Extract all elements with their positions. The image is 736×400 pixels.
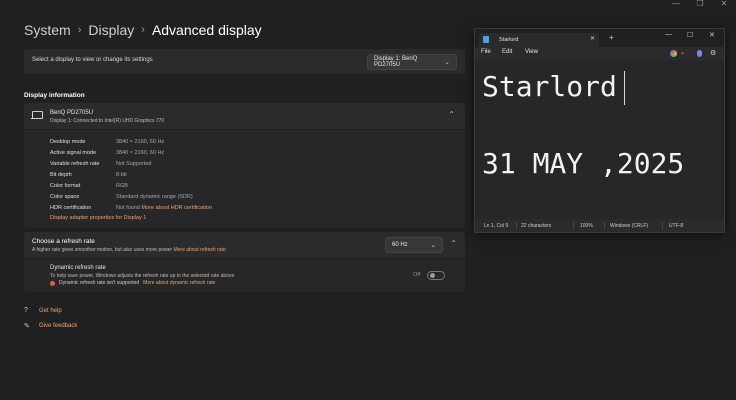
dynamic-refresh-toggle[interactable]	[427, 271, 445, 280]
notepad-menubar: File Edit View ⌄ ⚙	[475, 47, 724, 61]
monitor-icon	[31, 111, 43, 119]
refresh-rate-title: Choose a refresh rate	[32, 238, 95, 245]
monitor-name: BenQ PD2705U	[50, 110, 94, 116]
notepad-close-button[interactable]: ✕	[709, 31, 715, 39]
status-cursor-position: Ln 1, Col 9	[484, 223, 509, 229]
info-value-desktop-mode: 3840 × 2160, 60 Hz	[116, 139, 165, 145]
refresh-rate-dropdown[interactable]: 60 Hz ⌄	[385, 237, 443, 253]
info-label-desktop-mode: Desktop mode	[50, 139, 86, 145]
info-value-active-signal: 3840 × 2160, 60 Hz	[116, 150, 165, 156]
dynamic-refresh-title: Dynamic refresh rate	[50, 265, 106, 271]
notepad-text-line-2[interactable]: 31 MAY ,2025	[482, 147, 684, 180]
status-divider	[516, 222, 517, 229]
error-icon	[50, 280, 55, 286]
status-divider	[662, 222, 663, 229]
notepad-tab-title: Starlord	[499, 37, 519, 43]
chevron-down-icon[interactable]: ⌄	[680, 49, 685, 56]
display-selector-dropdown[interactable]: Display 1: BenQ PD2705U ⌄	[367, 54, 457, 70]
page-title: Advanced display	[151, 22, 262, 38]
breadcrumb-display[interactable]: Display	[88, 22, 134, 38]
breadcrumb: System › Display › Advanced display	[24, 20, 262, 40]
dynamic-refresh-warning: Dynamic refresh rate isn't supported Mor…	[50, 280, 215, 286]
info-label-color-space: Color space	[50, 194, 80, 200]
hdr-status: Not found	[116, 205, 140, 211]
display-info-panel: Desktop mode 3840 × 2160, 60 Hz Active s…	[24, 130, 465, 228]
display-selector-value: Display 1: BenQ PD2705U	[374, 56, 418, 68]
info-label-vrr: Variable refresh rate	[50, 161, 100, 167]
chevron-down-icon: ⌄	[430, 242, 436, 249]
info-label-color-format: Color format	[50, 183, 81, 189]
dynamic-refresh-card: Dynamic refresh rate To help save power,…	[24, 259, 465, 292]
toggle-knob	[430, 273, 435, 278]
info-label-active-signal: Active signal mode	[50, 150, 97, 156]
status-line-ending[interactable]: Windows (CRLF)	[610, 223, 648, 229]
adapter-properties-link[interactable]: Display adapter properties for Display 1	[50, 215, 146, 221]
status-divider	[573, 222, 574, 229]
display-information-heading: Display information	[24, 92, 85, 99]
refresh-rate-description: A higher rate gives smoother motion, but…	[32, 247, 173, 253]
info-value-color-format: RGB	[116, 183, 128, 189]
notepad-app-icon	[483, 36, 489, 43]
notepad-statusbar: Ln 1, Col 9 22 characters 100% Windows (…	[475, 219, 724, 232]
get-help-link[interactable]: ? Get help	[24, 307, 62, 314]
get-help-label: Get help	[39, 307, 62, 314]
gear-icon[interactable]: ⚙	[710, 49, 716, 57]
chevron-down-icon: ⌄	[444, 59, 450, 66]
help-icon: ?	[24, 307, 28, 314]
copilot-icon[interactable]	[670, 50, 677, 57]
monitor-header[interactable]: BenQ PD2705U Display 1: Connected to Int…	[24, 103, 465, 129]
refresh-rate-subtitle: A higher rate gives smoother motion, but…	[32, 247, 226, 253]
minimize-button[interactable]: —	[664, 0, 688, 10]
chevron-right-icon: ›	[141, 24, 145, 36]
text-caret	[624, 71, 625, 105]
settings-window-controls: — ❐ ✕	[664, 0, 736, 10]
feedback-icon: ✎	[24, 323, 30, 330]
menu-view[interactable]: View	[525, 49, 538, 55]
menu-edit[interactable]: Edit	[502, 49, 512, 55]
display-selector-label: Select a display to view or change its s…	[32, 57, 153, 63]
status-character-count: 22 characters	[521, 223, 552, 229]
info-value-hdr: Not found More about HDR certification	[116, 205, 212, 211]
dynamic-refresh-link[interactable]: More about dynamic refresh rate	[143, 280, 215, 286]
new-tab-button[interactable]: +	[609, 33, 614, 42]
status-encoding[interactable]: UTF-8	[669, 223, 683, 229]
info-label-hdr: HDR certification	[50, 205, 92, 211]
give-feedback-link[interactable]: ✎ Give feedback	[24, 322, 77, 330]
dynamic-refresh-subtitle: To help save power, Windows adjusts the …	[50, 273, 235, 279]
refresh-rate-value: 60 Hz	[392, 242, 408, 248]
breadcrumb-system[interactable]: System	[24, 22, 71, 38]
notepad-window: Starlord ✕ + — ☐ ✕ File Edit View ⌄ ⚙ St…	[474, 28, 725, 233]
chevron-up-icon[interactable]: ⌃	[448, 110, 455, 119]
notepad-maximize-button[interactable]: ☐	[687, 31, 693, 39]
chevron-right-icon: ›	[77, 24, 82, 36]
restore-button[interactable]: ❐	[688, 0, 712, 10]
ai-icon[interactable]	[697, 50, 702, 57]
info-value-color-space: Standard dynamic range (SDR)	[116, 194, 193, 200]
give-feedback-label: Give feedback	[39, 323, 78, 329]
monitor-subtitle: Display 1: Connected to Intel(R) UHD Gra…	[50, 118, 165, 124]
notepad-titlebar: Starlord ✕ + — ☐ ✕	[475, 29, 724, 47]
status-zoom[interactable]: 100%	[580, 223, 593, 229]
close-button[interactable]: ✕	[712, 0, 736, 10]
refresh-rate-link[interactable]: More about refresh rate	[173, 247, 225, 253]
notepad-tab[interactable]: Starlord ✕	[479, 33, 599, 47]
dynamic-refresh-warning-text: Dynamic refresh rate isn't supported	[59, 280, 140, 286]
info-label-bit-depth: Bit depth	[50, 172, 72, 178]
display-selector-card: Select a display to view or change its s…	[24, 49, 465, 74]
info-value-vrr: Not Supported	[116, 161, 152, 167]
menu-file[interactable]: File	[481, 49, 491, 55]
info-value-bit-depth: 8-bit	[116, 172, 127, 178]
notepad-minimize-button[interactable]: —	[665, 31, 672, 38]
status-divider	[604, 222, 605, 229]
chevron-up-icon[interactable]: ⌃	[450, 239, 457, 248]
close-icon[interactable]: ✕	[590, 35, 595, 42]
hdr-certification-link[interactable]: More about HDR certification	[141, 205, 212, 211]
refresh-rate-card: Choose a refresh rate A higher rate give…	[24, 232, 465, 258]
toggle-state-label: Off	[413, 272, 421, 278]
notepad-text-line-1[interactable]: Starlord	[482, 70, 617, 103]
